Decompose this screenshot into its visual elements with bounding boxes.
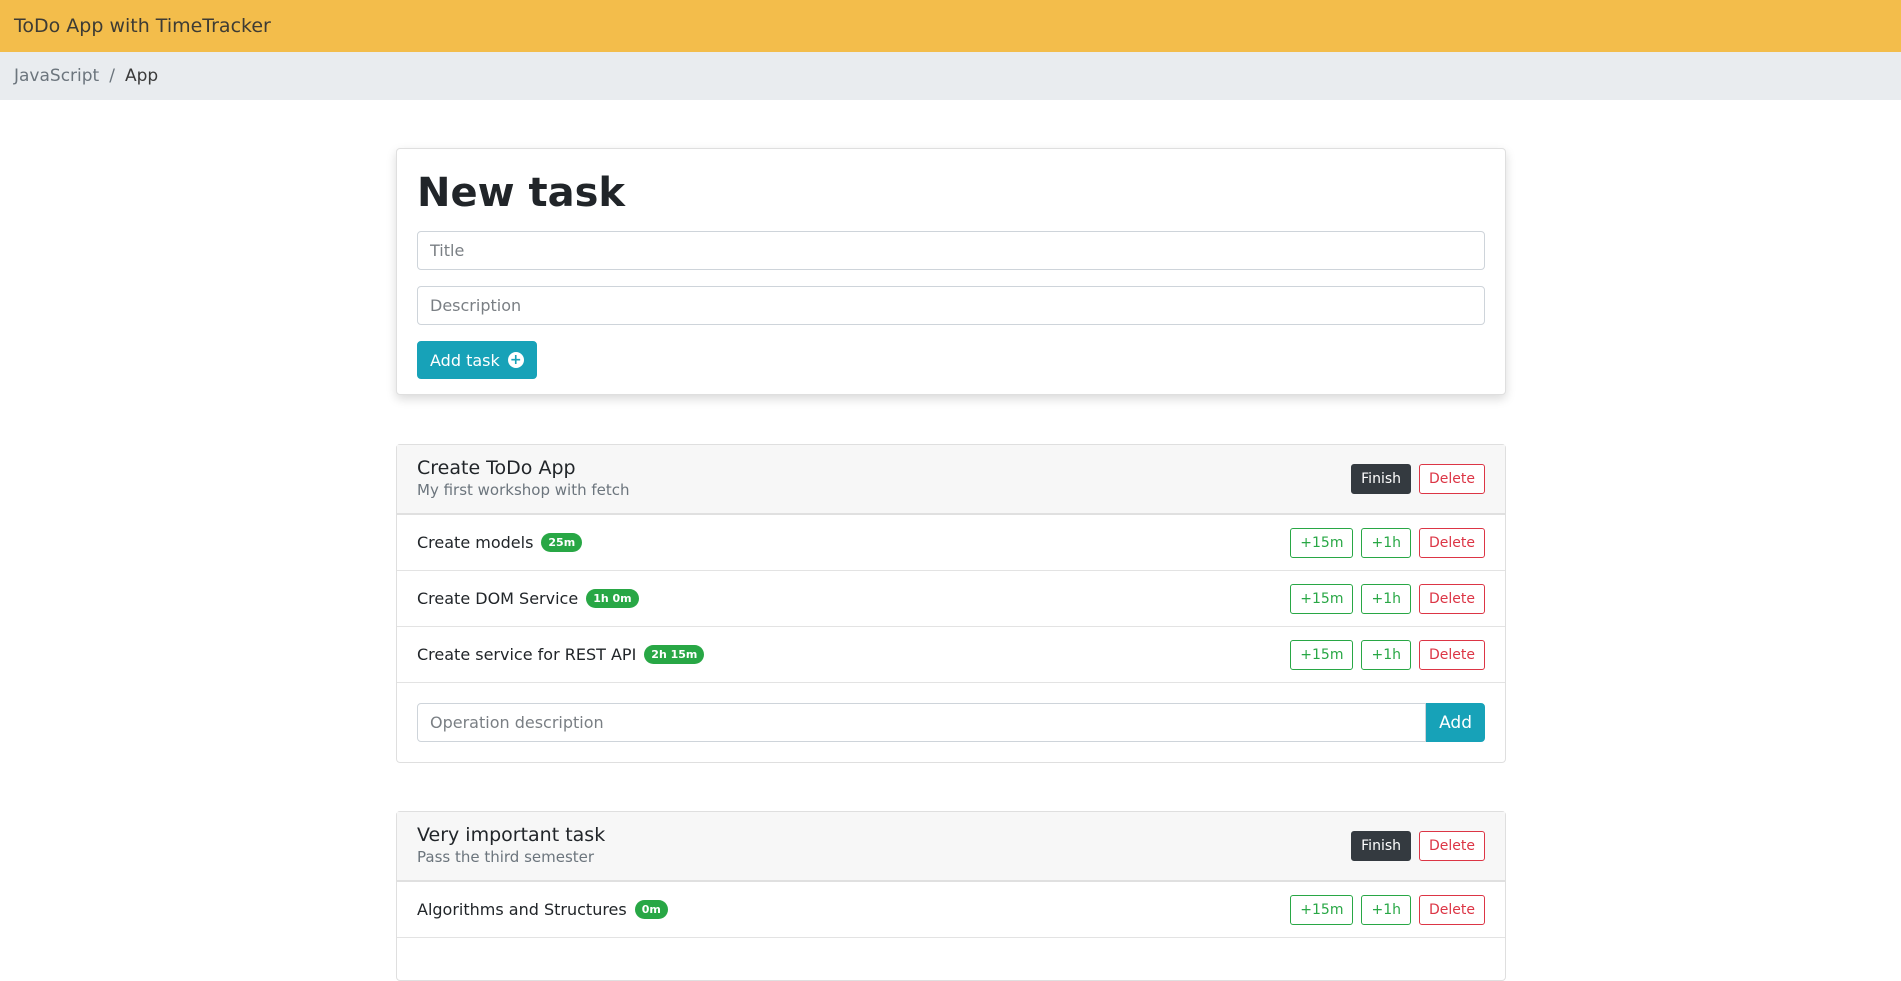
finish-task-button[interactable]: Finish	[1351, 464, 1411, 494]
time-badge: 0m	[634, 900, 668, 919]
operation-row: Algorithms and Structures 0m +15m +1h De…	[397, 882, 1505, 938]
delete-operation-button[interactable]: Delete	[1419, 583, 1485, 614]
delete-operation-button[interactable]: Delete	[1419, 894, 1485, 925]
task-header: Very important task Pass the third semes…	[397, 812, 1505, 882]
app-brand[interactable]: ToDo App with TimeTracker	[14, 15, 271, 37]
task-description: My first workshop with fetch	[417, 481, 630, 499]
add-1h-button[interactable]: +1h	[1361, 583, 1411, 614]
add-1h-button[interactable]: +1h	[1361, 527, 1411, 558]
plus-circle-icon: +	[507, 352, 524, 368]
time-badge: 1h 0m	[586, 589, 639, 608]
operation-description-input[interactable]	[417, 703, 1427, 742]
operation-row: Create service for REST API 2h 15m +15m …	[397, 627, 1505, 683]
add-15m-button[interactable]: +15m	[1290, 583, 1354, 614]
delete-operation-button[interactable]: Delete	[1419, 639, 1485, 670]
delete-operation-button[interactable]: Delete	[1419, 527, 1485, 558]
add-operation-button[interactable]: Add	[1426, 703, 1485, 742]
add-1h-button[interactable]: +1h	[1361, 894, 1411, 925]
add-task-button[interactable]: Add task +	[417, 341, 537, 379]
time-badge: 25m	[541, 533, 583, 552]
task-header: Create ToDo App My first workshop with f…	[397, 445, 1505, 515]
operation-description: Create models	[417, 533, 534, 552]
breadcrumb-link-javascript[interactable]: JavaScript	[14, 66, 99, 86]
breadcrumb-separator: /	[109, 66, 115, 86]
time-badge: 2h 15m	[644, 645, 705, 664]
finish-task-button[interactable]: Finish	[1351, 831, 1411, 861]
operation-description: Create DOM Service	[417, 589, 579, 608]
task-card: Very important task Pass the third semes…	[396, 811, 1506, 981]
add-15m-button[interactable]: +15m	[1290, 894, 1354, 925]
new-task-heading: New task	[417, 170, 626, 216]
operation-description: Create service for REST API	[417, 645, 637, 664]
breadcrumb: JavaScript / App	[0, 52, 1901, 100]
add-1h-button[interactable]: +1h	[1361, 639, 1411, 670]
navbar: ToDo App with TimeTracker	[0, 0, 1901, 52]
task-title: Very important task	[417, 824, 606, 846]
task-title-input[interactable]	[417, 231, 1485, 270]
add-15m-button[interactable]: +15m	[1290, 639, 1354, 670]
task-card: Create ToDo App My first workshop with f…	[396, 444, 1506, 763]
operation-row: Create models 25m +15m +1h Delete	[397, 515, 1505, 571]
add-15m-button[interactable]: +15m	[1290, 527, 1354, 558]
task-description-input[interactable]	[417, 286, 1485, 325]
operation-row: Create DOM Service 1h 0m +15m +1h Delete	[397, 571, 1505, 627]
add-task-label: Add task	[430, 350, 500, 370]
task-title: Create ToDo App	[417, 457, 576, 479]
add-operation-form: Add	[397, 683, 1505, 762]
delete-task-button[interactable]: Delete	[1419, 464, 1485, 494]
breadcrumb-current: App	[124, 66, 159, 86]
new-task-card: New task Add task +	[396, 148, 1506, 395]
operation-description: Algorithms and Structures	[417, 900, 627, 919]
delete-task-button[interactable]: Delete	[1419, 831, 1485, 861]
task-description: Pass the third semester	[417, 848, 595, 866]
